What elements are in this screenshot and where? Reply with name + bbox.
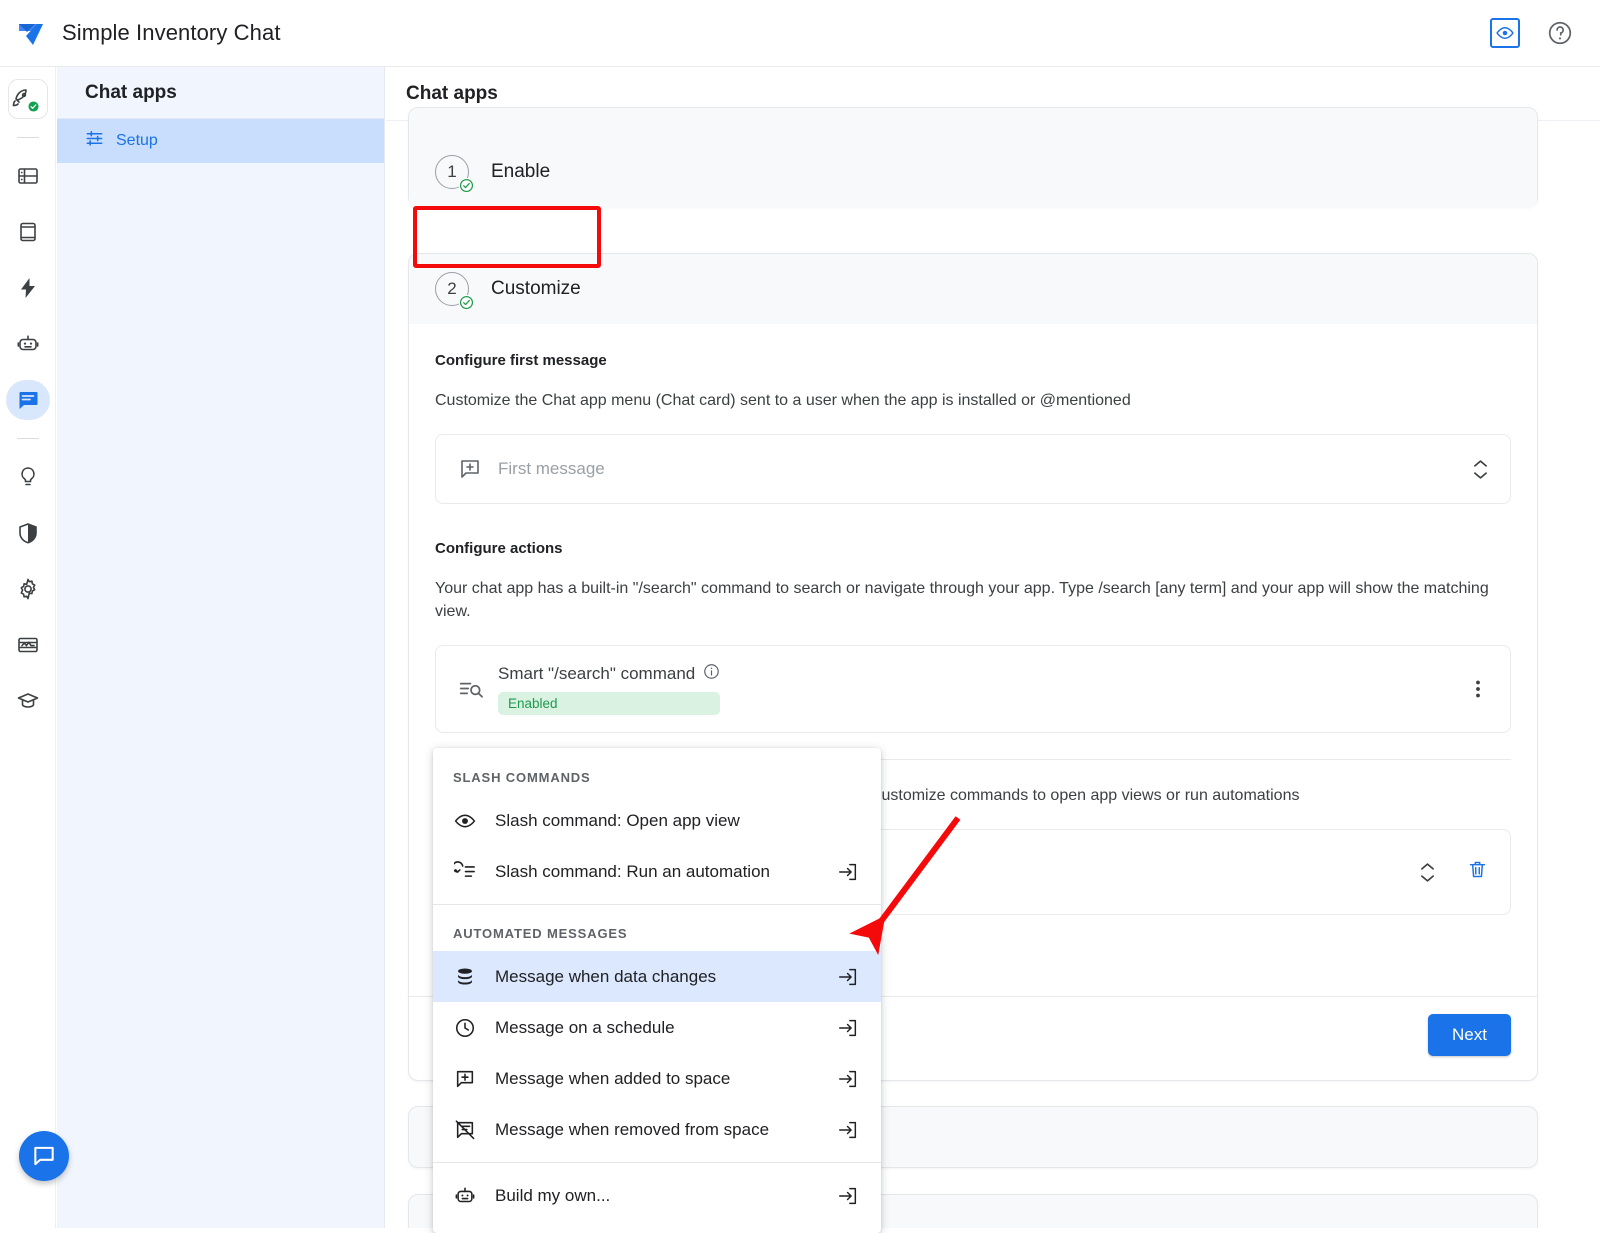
rail-item-learn[interactable] — [8, 681, 48, 721]
step-header-enable[interactable]: 1 Enable — [409, 108, 1537, 208]
rail-item-automation[interactable] — [8, 324, 48, 364]
open-in-arrow-icon[interactable] — [837, 966, 859, 988]
add-action-dropdown-menu: SLASH COMMANDS Slash command: Open app v… — [433, 748, 881, 1233]
chat-apps-nav-panel: Chat apps Setup — [57, 67, 385, 1228]
robot-icon — [453, 1185, 477, 1207]
rail-item-manage[interactable] — [8, 625, 48, 665]
add-comment-icon — [458, 457, 498, 481]
rail-item-chat-apps[interactable] — [6, 380, 50, 420]
step-number-2: 2 — [435, 272, 469, 306]
page-title: Simple Inventory Chat — [62, 20, 281, 46]
menu-item-open-app-view[interactable]: Slash command: Open app view — [433, 795, 881, 846]
menu-item-build-my-own[interactable]: Build my own... — [433, 1170, 881, 1221]
trash-icon[interactable] — [1467, 859, 1488, 885]
rail-item-intelligence[interactable] — [8, 457, 48, 497]
open-in-arrow-icon[interactable] — [837, 1017, 859, 1039]
open-in-arrow-icon[interactable] — [837, 1119, 859, 1141]
rail-item-security[interactable] — [8, 513, 48, 553]
section-title-first-message: Configure first message — [435, 352, 1511, 369]
automation-loop-icon — [453, 861, 477, 883]
sidebar-item-label: Setup — [116, 132, 158, 150]
help-circle-icon[interactable] — [1546, 19, 1574, 47]
menu-item-run-an-automation[interactable]: Slash command: Run an automation — [433, 846, 881, 897]
open-in-arrow-icon[interactable] — [837, 1185, 859, 1207]
rail-item-data[interactable] — [8, 156, 48, 196]
section-desc-first-message: Customize the Chat app menu (Chat card) … — [435, 389, 1511, 412]
step-number-1: 1 — [435, 155, 469, 189]
clock-icon — [453, 1017, 477, 1039]
step-number-text: 1 — [447, 162, 456, 182]
step-card-enable[interactable]: 1 Enable — [408, 107, 1538, 207]
first-message-placeholder: First message — [498, 459, 605, 479]
nav-panel-title: Chat apps — [57, 67, 384, 119]
database-icon — [453, 966, 477, 988]
expand-collapse-icon[interactable] — [1473, 459, 1488, 480]
add-comment-icon — [453, 1068, 477, 1090]
check-circle-icon — [459, 178, 474, 193]
first-message-row[interactable]: First message — [435, 434, 1511, 504]
tune-sliders-icon — [85, 129, 104, 153]
menu-item-label: Message when data changes — [495, 967, 819, 987]
smart-search-command-row[interactable]: Smart "/search" command Enabled — [435, 645, 1511, 733]
rail-divider-bottom — [17, 438, 39, 439]
menu-item-message-when-removed-from-space[interactable]: Message when removed from space — [433, 1104, 881, 1155]
rail-item-settings[interactable] — [8, 569, 48, 609]
menu-item-label: Slash command: Open app view — [495, 811, 859, 831]
menu-item-label: Message when added to space — [495, 1069, 819, 1089]
comment-off-icon — [453, 1119, 477, 1141]
section-desc-actions: Your chat app has a built-in "/search" c… — [435, 577, 1511, 623]
menu-item-label: Message when removed from space — [495, 1120, 819, 1140]
menu-item-message-when-added-to-space[interactable]: Message when added to space — [433, 1053, 881, 1104]
info-circle-icon[interactable] — [703, 663, 720, 685]
rail-item-actions[interactable] — [8, 268, 48, 308]
step-number-text: 2 — [447, 279, 456, 299]
appsheet-logo-icon[interactable] — [0, 15, 62, 51]
menu-divider — [433, 904, 881, 905]
chat-support-fab[interactable] — [19, 1131, 69, 1181]
step-label-customize: Customize — [491, 278, 581, 300]
menu-item-label: Message on a schedule — [495, 1018, 819, 1038]
top-app-bar: Simple Inventory Chat — [0, 0, 1600, 67]
sidebar-item-setup[interactable]: Setup — [57, 119, 384, 163]
menu-divider — [433, 1162, 881, 1163]
check-circle-icon — [459, 295, 474, 310]
open-in-arrow-icon[interactable] — [837, 861, 859, 883]
search-list-icon — [458, 676, 498, 702]
rail-item-views[interactable] — [8, 212, 48, 252]
more-vertical-icon[interactable] — [1468, 677, 1488, 701]
rail-divider-top — [17, 137, 39, 138]
expand-collapse-icon[interactable] — [1420, 862, 1435, 883]
top-bar-actions — [1490, 18, 1600, 48]
menu-item-label: Build my own... — [495, 1186, 819, 1206]
menu-item-message-when-data-changes[interactable]: Message when data changes — [433, 951, 881, 1002]
open-in-arrow-icon[interactable] — [837, 1068, 859, 1090]
eye-preview-icon[interactable] — [1490, 18, 1520, 48]
section-title-actions: Configure actions — [435, 540, 1511, 557]
eye-icon — [453, 810, 477, 832]
step-label-enable: Enable — [491, 161, 550, 183]
next-button[interactable]: Next — [1428, 1014, 1511, 1056]
menu-group-header: SLASH COMMANDS — [433, 756, 881, 795]
step-header-customize[interactable]: 2 Customize — [409, 254, 1537, 324]
menu-group-header: AUTOMATED MESSAGES — [433, 912, 881, 951]
status-badge: Enabled — [498, 692, 720, 715]
smart-search-label: Smart "/search" command — [498, 664, 695, 684]
icon-rail — [0, 67, 56, 1228]
menu-item-label: Slash command: Run an automation — [495, 862, 819, 882]
rail-item-deploy[interactable] — [8, 79, 48, 119]
menu-item-message-on-a-schedule[interactable]: Message on a schedule — [433, 1002, 881, 1053]
